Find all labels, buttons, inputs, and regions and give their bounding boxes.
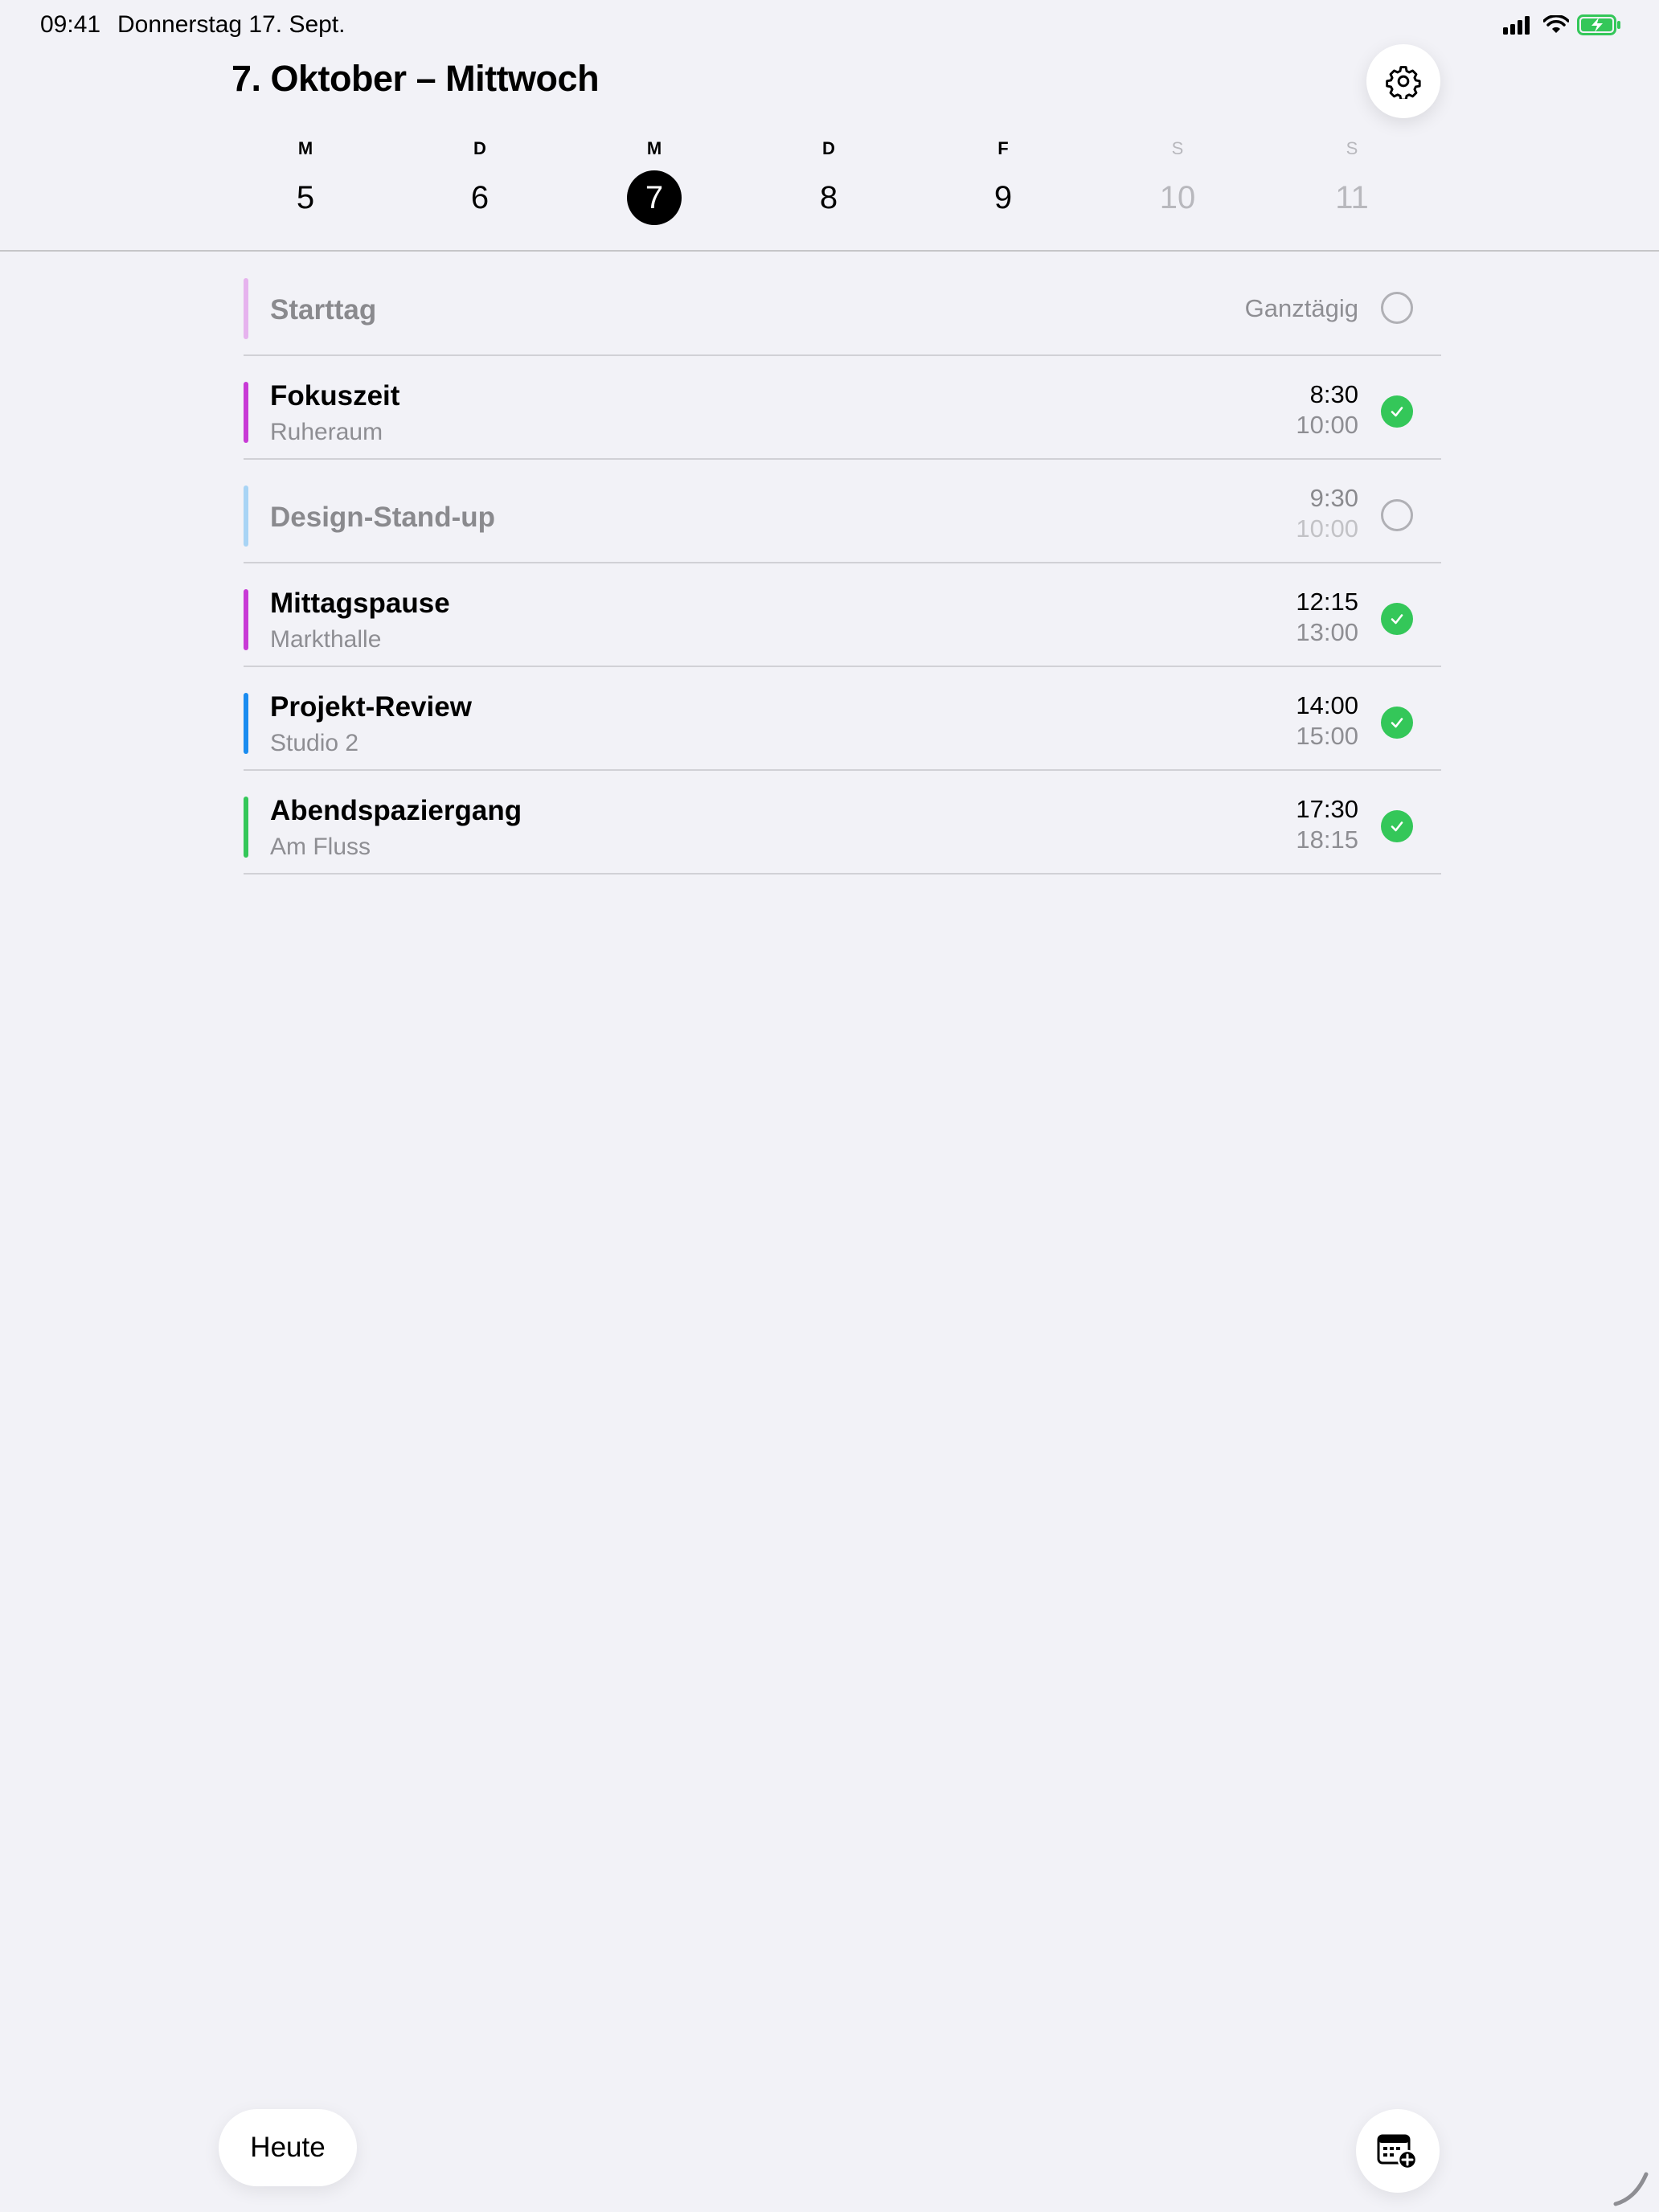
day-11[interactable]: S 11 bbox=[1304, 137, 1400, 225]
event-location: Am Fluss bbox=[270, 834, 371, 860]
day-number-circle: 6 bbox=[453, 170, 507, 225]
weekday-label: S bbox=[1346, 138, 1358, 158]
event-start-time: 17:30 bbox=[1296, 795, 1358, 823]
weekday-label: D bbox=[473, 138, 486, 158]
weekday-label: S bbox=[1171, 138, 1184, 158]
weekday-label: M bbox=[297, 138, 313, 158]
event-row[interactable]: Starttag Ganztägig bbox=[244, 252, 1441, 356]
day-number: 8 bbox=[819, 179, 838, 215]
empty-circle-icon[interactable] bbox=[1381, 292, 1413, 324]
event-row[interactable]: Fokuszeit Ruheraum 8:30 10:00 bbox=[244, 356, 1441, 460]
day-number: 10 bbox=[1159, 179, 1196, 215]
settings-button[interactable] bbox=[1366, 44, 1440, 118]
event-title: Mittagspause bbox=[270, 588, 450, 619]
event-start-time: 9:30 bbox=[1309, 484, 1358, 512]
day-10[interactable]: S 10 bbox=[1129, 137, 1226, 225]
day-9[interactable]: F9 bbox=[955, 137, 1051, 225]
checkmark-circle-icon[interactable] bbox=[1381, 810, 1413, 842]
event-end-time: 10:00 bbox=[1296, 514, 1358, 543]
event-title: Design-Stand-up bbox=[270, 502, 495, 533]
event-row[interactable]: Abendspaziergang Am Fluss 17:30 18:15 bbox=[244, 771, 1441, 875]
page-title: 7. Oktober – Mittwoch bbox=[231, 58, 600, 99]
gear-icon bbox=[1386, 66, 1421, 99]
event-row[interactable]: Mittagspause Markthalle 12:15 13:00 bbox=[244, 563, 1441, 667]
event-row[interactable]: Projekt-Review Studio 2 14:00 15:00 bbox=[244, 667, 1441, 771]
event-all-day-label: Ganztägig bbox=[1244, 294, 1358, 322]
event-row[interactable]: Design-Stand-up 9:30 10:00 bbox=[244, 460, 1441, 563]
checkmark-circle-icon[interactable] bbox=[1381, 707, 1413, 739]
day-6[interactable]: D6 bbox=[432, 137, 528, 225]
today-button[interactable]: Heute bbox=[219, 2109, 357, 2186]
event-title: Fokuszeit bbox=[270, 380, 400, 412]
day-number: 7 bbox=[645, 179, 664, 215]
empty-circle-icon[interactable] bbox=[1381, 499, 1413, 531]
checkmark-circle-icon[interactable] bbox=[1381, 395, 1413, 428]
event-location: Studio 2 bbox=[270, 730, 359, 756]
event-title: Projekt-Review bbox=[270, 691, 472, 723]
event-color-bar bbox=[244, 278, 248, 339]
day-7[interactable]: M7 bbox=[606, 137, 703, 225]
battery-charging-icon bbox=[1577, 14, 1620, 35]
event-start-time: 12:15 bbox=[1296, 588, 1358, 616]
day-5[interactable]: M5 bbox=[257, 137, 354, 225]
event-location: Ruheraum bbox=[270, 419, 383, 445]
resize-handle-icon[interactable] bbox=[1608, 2162, 1656, 2210]
day-number: 11 bbox=[1335, 179, 1369, 215]
event-color-bar bbox=[244, 382, 248, 443]
day-number-circle: 8 bbox=[801, 170, 856, 225]
event-title: Abendspaziergang bbox=[270, 795, 522, 826]
status-icons bbox=[1503, 13, 1622, 37]
status-time: 09:41 bbox=[40, 11, 101, 38]
week-strip: M 5 D 6 M 7 D 8 F 9 S 10 S 11 bbox=[233, 137, 1463, 233]
event-title: Starttag bbox=[270, 294, 377, 326]
event-color-bar bbox=[244, 485, 248, 547]
day-number-circle: 11 bbox=[1325, 170, 1379, 225]
event-end-time: 15:00 bbox=[1296, 722, 1358, 750]
checkmark-circle-icon[interactable] bbox=[1381, 603, 1413, 635]
cellular-signal-icon bbox=[1503, 16, 1530, 35]
event-color-bar bbox=[244, 797, 248, 858]
weekday-label: D bbox=[822, 138, 835, 158]
day-number-circle: 10 bbox=[1150, 170, 1205, 225]
event-list: Starttag Ganztägig Fokuszeit Ruheraum 8:30 10… bbox=[244, 252, 1441, 875]
calendar-add-icon bbox=[1377, 2134, 1418, 2169]
divider bbox=[0, 250, 1659, 252]
day-number-circle: 9 bbox=[976, 170, 1030, 225]
event-color-bar bbox=[244, 589, 248, 650]
day-number: 5 bbox=[296, 179, 315, 215]
event-end-time: 18:15 bbox=[1296, 825, 1358, 854]
event-location: Markthalle bbox=[270, 626, 382, 653]
wifi-icon bbox=[1543, 15, 1569, 33]
event-color-bar bbox=[244, 693, 248, 754]
event-start-time: 14:00 bbox=[1296, 691, 1358, 719]
weekday-label: F bbox=[997, 138, 1009, 158]
weekday-label: M bbox=[646, 138, 662, 158]
event-end-time: 13:00 bbox=[1296, 618, 1358, 646]
event-start-time: 8:30 bbox=[1309, 380, 1358, 408]
day-number-circle: 5 bbox=[278, 170, 333, 225]
day-8[interactable]: D8 bbox=[780, 137, 877, 225]
day-number-circle: 7 bbox=[627, 170, 682, 225]
add-event-button[interactable] bbox=[1356, 2109, 1440, 2193]
day-number: 6 bbox=[470, 179, 490, 215]
event-end-time: 10:00 bbox=[1296, 411, 1358, 439]
day-number: 9 bbox=[993, 179, 1013, 215]
status-date: Donnerstag 17. Sept. bbox=[117, 11, 346, 38]
